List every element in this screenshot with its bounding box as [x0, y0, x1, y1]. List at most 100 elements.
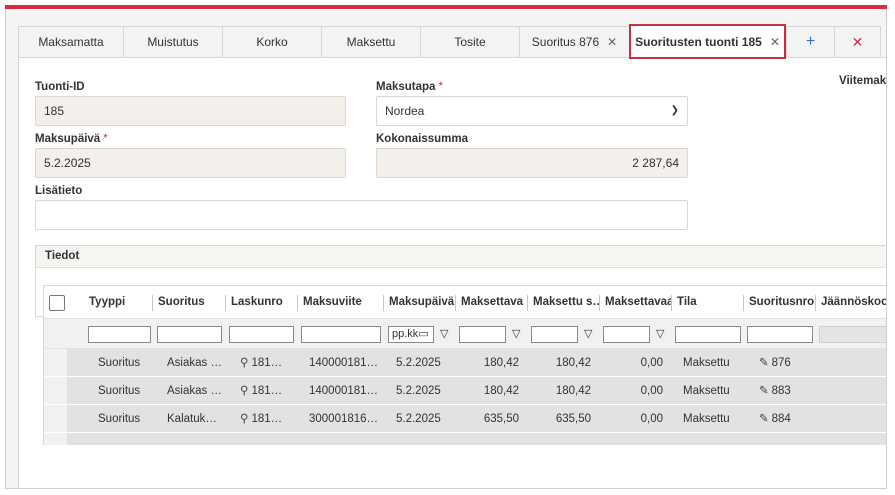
filter-input-jaannoskoodi[interactable] — [819, 326, 886, 343]
tab-muistutus[interactable]: Muistutus — [123, 26, 222, 58]
cell-tyyppi: Suoritus — [98, 413, 141, 425]
close-all-tabs-button[interactable]: ✕ — [834, 26, 881, 58]
table-row[interactable]: Suoritus Asiakas … ⚲ 181… 140000181… 5.2.… — [44, 377, 886, 405]
tab-label: Maksettu — [346, 35, 396, 49]
column-separator — [455, 295, 456, 311]
column-header-suoritusnro[interactable]: Suoritusnro — [745, 286, 815, 318]
column-header-tyyppi[interactable]: Tyyppi — [85, 286, 153, 318]
column-separator — [383, 295, 384, 311]
row-header[interactable] — [44, 377, 67, 404]
tab-label: Tosite — [454, 35, 486, 49]
filter-input-maksettavaa[interactable] — [603, 326, 650, 343]
cell-maksupaiva: 5.2.2025 — [396, 385, 441, 397]
filter-input-suoritus[interactable] — [157, 326, 222, 343]
filter-input-maksettava[interactable] — [459, 326, 506, 343]
column-header-tila[interactable]: Tila — [673, 286, 743, 318]
table-row[interactable]: Suoritus Asiakas … ⚲ 181… 140000181… 5.2.… — [44, 349, 886, 377]
column-separator — [599, 295, 600, 311]
tab-maksamatta[interactable]: Maksamatta — [18, 26, 123, 58]
cell-maksettavaa: 0,00 — [640, 385, 663, 397]
cell-suoritusnro[interactable]: ✎ 884 — [745, 405, 815, 432]
filter-input-tila[interactable] — [675, 326, 741, 343]
pencil-icon[interactable]: ✎ — [759, 413, 769, 425]
tab-label: Suoritusten tuonti 185 — [635, 35, 762, 49]
cell-maksettava: 180,42 — [483, 357, 519, 369]
column-header-maksupaiva[interactable]: Maksupäivä — [385, 286, 455, 318]
chevron-down-icon: ❯ — [670, 105, 679, 116]
pencil-icon[interactable]: ✎ — [759, 357, 769, 369]
lisatieto-label: Lisätieto — [35, 185, 83, 197]
required-marker: * — [103, 133, 108, 145]
search-icon[interactable]: ⚲ — [240, 413, 248, 425]
search-icon[interactable]: ⚲ — [240, 385, 248, 397]
filter-icon[interactable]: ▽ — [584, 327, 592, 340]
app-window: Maksamatta Muistutus Korko Maksettu Tosi… — [5, 9, 887, 489]
cell-tyyppi: Suoritus — [98, 357, 141, 369]
row-header[interactable] — [44, 405, 67, 432]
cell-suoritus: Kalatuk… — [167, 413, 217, 425]
grid-filter-row: pp.kk▭ ▽ ▽ ▽ ▽ — [44, 319, 886, 349]
tab-suoritusten-tuonti-185[interactable]: Suoritusten tuonti 185 ✕ — [629, 24, 786, 59]
tab-label: Maksamatta — [38, 35, 104, 49]
column-header-jaannoskoodi[interactable]: Jäännöskoo — [817, 286, 886, 318]
column-header-suoritus[interactable]: Suoritus — [154, 286, 226, 318]
select-all-checkbox[interactable] — [49, 295, 65, 311]
cell-maksuviite: 140000181… — [309, 357, 379, 369]
section-title: Tiedot — [36, 246, 886, 268]
cell-tyyppi: Suoritus — [98, 385, 141, 397]
tuonti-id-field[interactable]: 185 — [35, 96, 346, 126]
cell-maksupaiva: 5.2.2025 — [396, 413, 441, 425]
column-header-maksuviite[interactable]: Maksuviite — [299, 286, 383, 318]
filter-icon[interactable]: ▽ — [656, 327, 664, 340]
row-header[interactable] — [44, 433, 67, 445]
search-icon[interactable]: ⚲ — [240, 357, 248, 369]
cell-suoritus: Asiakas … — [167, 385, 222, 397]
table-row[interactable]: Suoritus Kalatuk… ⚲ 181… 300001816… 5.2.2… — [44, 405, 886, 433]
cell-tila: Maksettu — [683, 357, 730, 369]
maksutapa-select[interactable]: Nordea ❯ — [376, 96, 688, 126]
row-header[interactable] — [44, 349, 67, 376]
cell-suoritus: Asiakas … — [167, 357, 222, 369]
cell-laskunro[interactable]: ⚲ 181… — [227, 377, 297, 404]
cell-suoritusnro[interactable]: ✎ 883 — [745, 377, 815, 404]
calendar-icon[interactable]: ▭ — [418, 328, 428, 340]
column-separator — [527, 295, 528, 311]
cell-laskunro[interactable]: ⚲ 181… — [227, 349, 297, 376]
add-tab-button[interactable]: + — [786, 26, 834, 58]
plus-icon: + — [805, 33, 816, 50]
column-header-maksettu[interactable]: Maksettu s… — [529, 286, 599, 318]
close-icon[interactable]: ✕ — [770, 35, 780, 49]
maksupaiva-field[interactable]: 5.2.2025 — [35, 148, 346, 178]
filter-icon[interactable]: ▽ — [440, 327, 448, 340]
filter-icon[interactable]: ▽ — [512, 327, 520, 340]
close-icon[interactable]: ✕ — [607, 35, 617, 49]
lisatieto-field[interactable] — [35, 200, 688, 230]
tab-maksettu[interactable]: Maksettu — [321, 26, 420, 58]
tab-suoritus-876[interactable]: Suoritus 876 ✕ — [519, 26, 629, 58]
column-separator — [671, 295, 672, 311]
cell-maksettavaa: 0,00 — [640, 413, 663, 425]
column-separator — [152, 295, 153, 311]
grid-header-row: Tyyppi Suoritus Laskunro Maksuviite Maks… — [44, 286, 886, 319]
filter-input-tyyppi[interactable] — [88, 326, 151, 343]
cell-maksettava: 635,50 — [483, 413, 519, 425]
cell-laskunro[interactable]: ⚲ 181… — [227, 405, 297, 432]
cell-suoritusnro[interactable]: ✎ 876 — [745, 349, 815, 376]
column-header-maksettavaa[interactable]: Maksettavaa — [601, 286, 671, 318]
column-header-laskunro[interactable]: Laskunro — [227, 286, 297, 318]
cell-tila: Maksettu — [683, 413, 730, 425]
cell-maksettava: 180,42 — [483, 385, 519, 397]
filter-input-suoritusnro[interactable] — [747, 326, 813, 343]
filter-input-laskunro[interactable] — [229, 326, 294, 343]
tab-korko[interactable]: Korko — [222, 26, 321, 58]
filter-input-maksuviite[interactable] — [301, 326, 381, 343]
filter-input-maksettu[interactable] — [531, 326, 578, 343]
cell-maksettu: 180,42 — [555, 357, 591, 369]
required-marker: * — [438, 81, 443, 93]
tab-tosite[interactable]: Tosite — [420, 26, 519, 58]
cell-maksettu: 635,50 — [555, 413, 591, 425]
column-header-maksettava[interactable]: Maksettava — [457, 286, 527, 318]
filter-date-input-maksupaiva[interactable]: pp.kk▭ — [388, 326, 434, 343]
table-row[interactable] — [44, 433, 886, 445]
pencil-icon[interactable]: ✎ — [759, 385, 769, 397]
